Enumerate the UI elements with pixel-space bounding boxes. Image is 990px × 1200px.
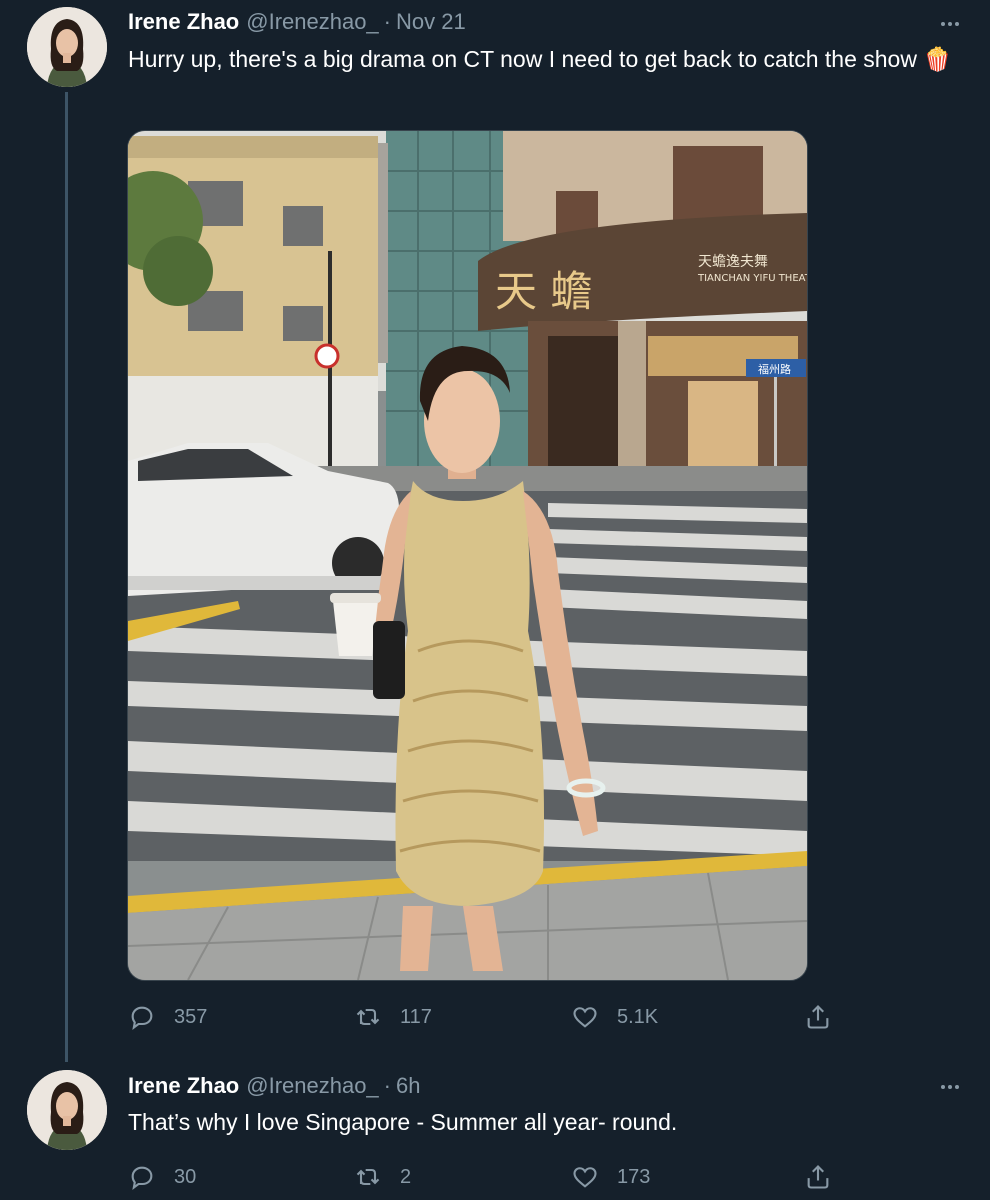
theater-sign-english: TIANCHAN YIFU THEAT xyxy=(697,273,807,284)
retweet-button[interactable]: 117 xyxy=(354,997,432,1037)
tweet-header: Irene Zhao @Irenezhao_ · 6h xyxy=(128,1071,420,1101)
retweet-count: 2 xyxy=(400,1165,412,1188)
reply-icon xyxy=(131,1166,153,1190)
avatar-image xyxy=(27,7,107,87)
tweet[interactable]: Irene Zhao @Irenezhao_ · 6h That’s why I… xyxy=(0,1060,990,1200)
retweet-count: 117 xyxy=(400,1005,432,1028)
avatar[interactable] xyxy=(27,1070,107,1150)
tweet-actions: 357 117 5.1K xyxy=(128,997,848,1037)
avatar[interactable] xyxy=(27,7,107,87)
reply-count: 357 xyxy=(174,1005,208,1028)
author-display-name[interactable]: Irene Zhao xyxy=(128,9,239,35)
share-button[interactable] xyxy=(804,997,832,1037)
like-icon xyxy=(573,1167,597,1188)
tweet-header: Irene Zhao @Irenezhao_ · Nov 21 xyxy=(128,7,466,37)
share-button[interactable] xyxy=(804,1157,832,1197)
timestamp-link[interactable]: 6h xyxy=(396,1073,420,1099)
like-icon xyxy=(573,1007,597,1028)
tweet-text: Hurry up, there's a big drama on CT now … xyxy=(128,46,952,72)
like-button[interactable]: 173 xyxy=(571,1157,650,1197)
theater-facade-characters: 天 蟾 xyxy=(495,267,592,316)
tweet-photo[interactable]: 天 蟾 天蟾逸夫舞 TIANCHAN YIFU THEAT 福州路 xyxy=(127,130,808,981)
street-sign-text: 福州路 xyxy=(758,362,791,376)
retweet-button[interactable]: 2 xyxy=(354,1157,411,1197)
share-icon xyxy=(807,1165,829,1189)
separator-dot: · xyxy=(383,9,391,34)
street-photo: 天 蟾 天蟾逸夫舞 TIANCHAN YIFU THEAT 福州路 xyxy=(128,131,807,980)
tweet-actions: 30 2 173 xyxy=(128,1157,848,1197)
author-handle[interactable]: @Irenezhao_ xyxy=(246,1073,378,1099)
timeline: Irene Zhao @Irenezhao_ · Nov 21 Hurry up… xyxy=(0,0,990,1200)
reply-count: 30 xyxy=(174,1165,197,1188)
like-button[interactable]: 5.1K xyxy=(571,997,658,1037)
avatar-image xyxy=(27,1070,107,1150)
timestamp-link[interactable]: Nov 21 xyxy=(396,9,466,35)
author-display-name[interactable]: Irene Zhao xyxy=(128,1073,239,1099)
author-handle[interactable]: @Irenezhao_ xyxy=(246,9,378,35)
retweet-icon xyxy=(356,1168,380,1186)
tweet-text: That’s why I love Singapore - Summer all… xyxy=(128,1109,678,1135)
like-count: 173 xyxy=(617,1165,651,1188)
tweet[interactable]: Irene Zhao @Irenezhao_ · Nov 21 Hurry up… xyxy=(0,0,990,1060)
separator-dot: · xyxy=(383,1073,391,1098)
reply-icon xyxy=(131,1006,153,1030)
like-count: 5.1K xyxy=(617,1005,659,1028)
theater-sign-chinese: 天蟾逸夫舞 xyxy=(698,254,768,270)
reply-button[interactable]: 30 xyxy=(128,1157,196,1197)
reply-button[interactable]: 357 xyxy=(128,997,207,1037)
more-icon[interactable] xyxy=(934,1075,966,1099)
more-icon[interactable] xyxy=(934,12,966,36)
retweet-icon xyxy=(356,1008,380,1026)
share-icon xyxy=(807,1005,829,1029)
